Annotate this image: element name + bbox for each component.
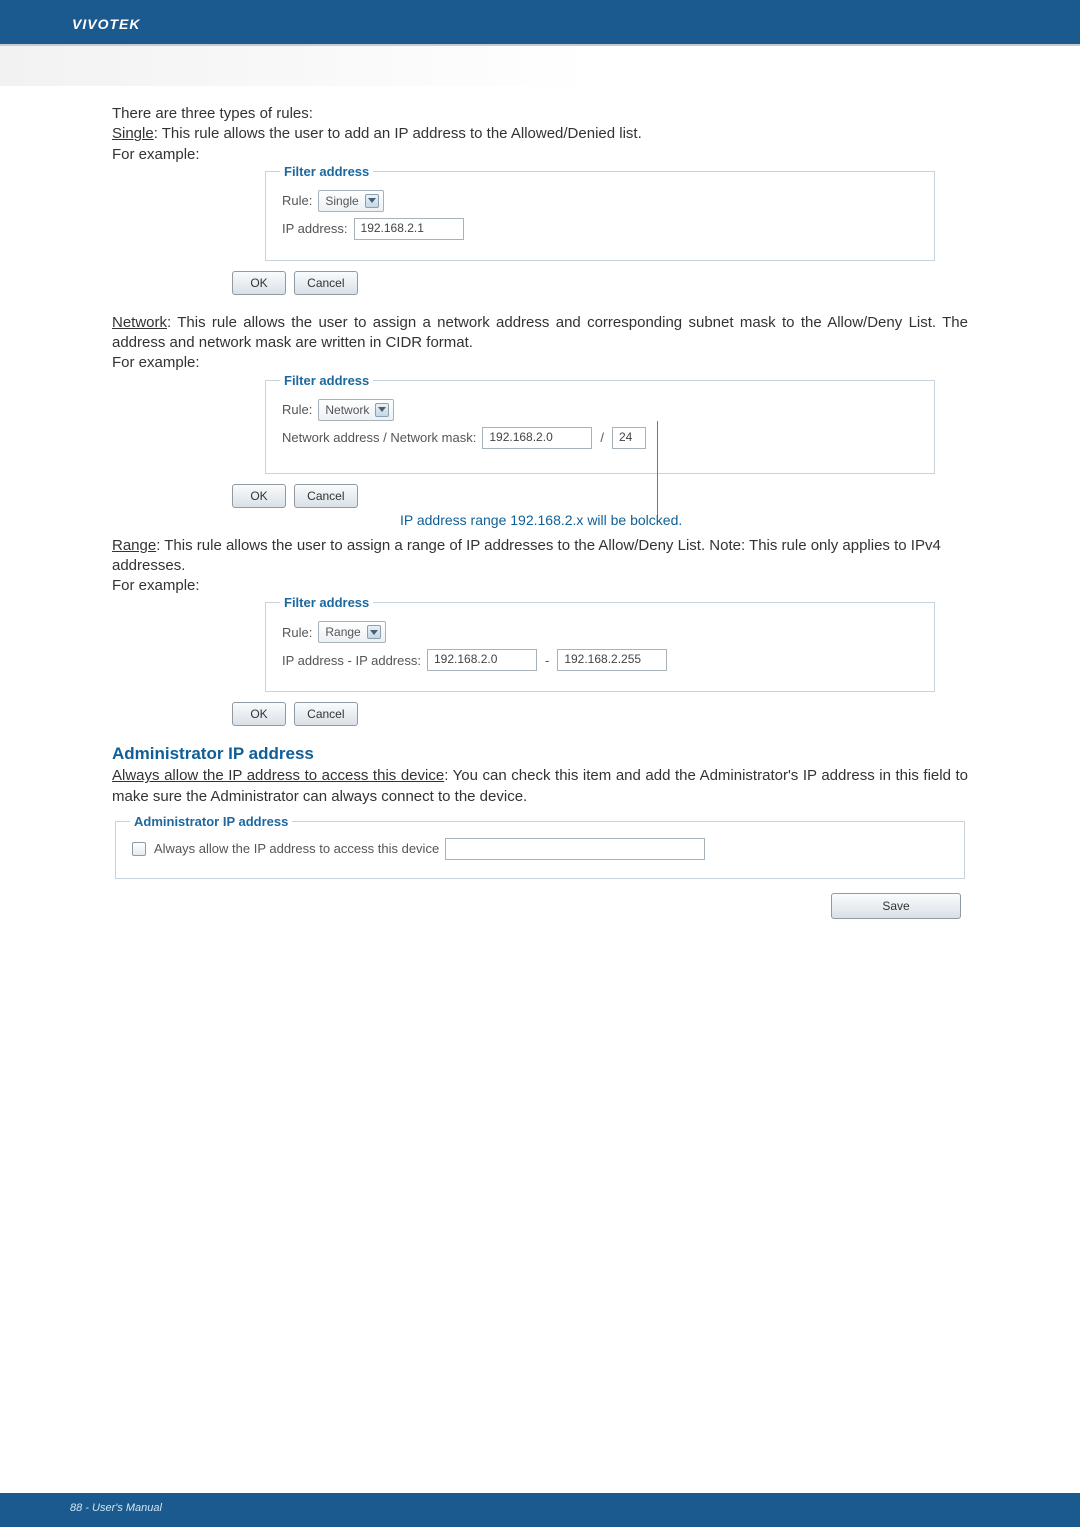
range-cancel-button[interactable]: Cancel xyxy=(294,702,357,726)
network-addr-input[interactable]: 192.168.2.0 xyxy=(482,427,592,449)
single-rule-label: Rule: xyxy=(282,193,312,208)
network-example: For example: xyxy=(112,353,968,373)
chevron-down-icon xyxy=(375,403,389,417)
single-rule-select[interactable]: Single xyxy=(318,190,383,212)
range-ok-button[interactable]: OK xyxy=(232,702,286,726)
range-ip-label: IP address - IP address: xyxy=(282,653,421,668)
range-example: For example: xyxy=(112,576,968,596)
range-ip-to-input[interactable]: 192.168.2.255 xyxy=(557,649,667,671)
admin-desc: Always allow the IP address to access th… xyxy=(112,766,968,807)
network-ok-button[interactable]: OK xyxy=(232,484,286,508)
range-rule-select[interactable]: Range xyxy=(318,621,385,643)
single-cancel-button[interactable]: Cancel xyxy=(294,271,357,295)
network-cancel-button[interactable]: Cancel xyxy=(294,484,357,508)
intro-single-text: : This rule allows the user to add an IP… xyxy=(154,125,642,142)
network-text: : This rule allows the user to assign a … xyxy=(112,314,968,351)
network-label: Network xyxy=(112,314,167,331)
intro-single: Single: This rule allows the user to add… xyxy=(112,124,968,144)
admin-panel: Administrator IP address Always allow th… xyxy=(115,821,965,879)
network-filter-panel: Filter address Rule: Network Network add… xyxy=(265,380,935,474)
single-ip-label: IP address: xyxy=(282,221,348,236)
single-rule-value: Single xyxy=(325,194,358,208)
single-ok-button[interactable]: OK xyxy=(232,271,286,295)
range-rule-value: Range xyxy=(325,625,360,639)
dash: - xyxy=(545,653,549,668)
network-legend: Filter address xyxy=(280,373,373,388)
admin-always-label: Always allow the IP address to access th… xyxy=(112,767,444,784)
intro-line1: There are three types of rules: xyxy=(112,104,968,124)
network-desc: Network: This rule allows the user to as… xyxy=(112,313,968,354)
network-rule-value: Network xyxy=(325,403,369,417)
range-filter-panel: Filter address Rule: Range IP address - … xyxy=(265,602,935,692)
brand: VIVOTEK xyxy=(72,16,1080,32)
admin-always-checkbox[interactable] xyxy=(132,842,146,856)
save-button[interactable]: Save xyxy=(831,893,961,919)
chevron-down-icon xyxy=(367,625,381,639)
admin-legend: Administrator IP address xyxy=(130,814,292,829)
range-text: : This rule allows the user to assign a … xyxy=(112,537,941,574)
network-rule-label: Rule: xyxy=(282,402,312,417)
range-ip-from-input[interactable]: 192.168.2.0 xyxy=(427,649,537,671)
chevron-down-icon xyxy=(365,194,379,208)
network-mask-input[interactable]: 24 xyxy=(612,427,646,449)
header-bar: VIVOTEK xyxy=(0,0,1080,46)
page-footer: 88 - User's Manual xyxy=(0,1493,1080,1527)
admin-ip-input[interactable] xyxy=(445,838,705,860)
range-desc: Range: This rule allows the user to assi… xyxy=(112,536,968,577)
admin-checkbox-label: Always allow the IP address to access th… xyxy=(154,841,439,856)
single-filter-panel: Filter address Rule: Single IP address: … xyxy=(265,171,935,261)
single-legend: Filter address xyxy=(280,164,373,179)
range-rule-label: Rule: xyxy=(282,625,312,640)
range-label: Range xyxy=(112,537,156,554)
footer-page: 88 - User's Manual xyxy=(70,1502,162,1514)
single-ip-input[interactable]: 192.168.2.1 xyxy=(354,218,464,240)
network-annotation: IP address range 192.168.2.x will be bol… xyxy=(400,512,968,528)
annotation-line xyxy=(657,421,658,515)
intro-single-label: Single xyxy=(112,125,154,142)
header-gradient xyxy=(0,46,1080,86)
intro-example: For example: xyxy=(112,145,968,165)
network-rule-select[interactable]: Network xyxy=(318,399,394,421)
range-legend: Filter address xyxy=(280,595,373,610)
slash: / xyxy=(600,430,604,445)
admin-section-title: Administrator IP address xyxy=(112,744,968,764)
network-addr-label: Network address / Network mask: xyxy=(282,430,476,445)
